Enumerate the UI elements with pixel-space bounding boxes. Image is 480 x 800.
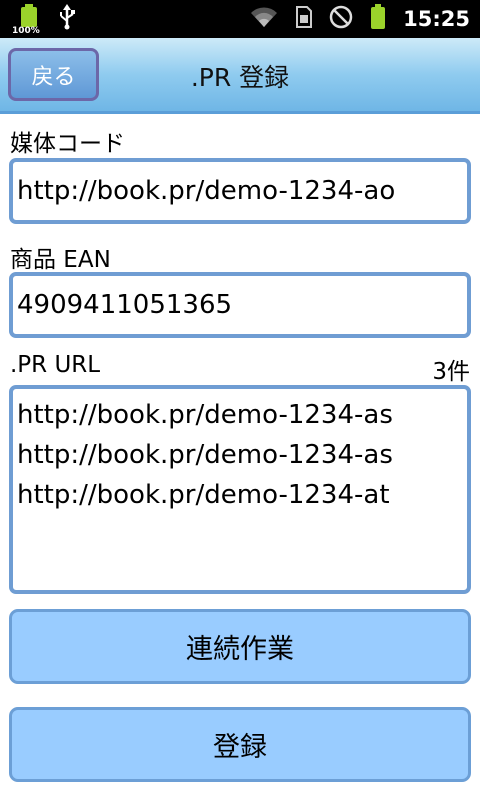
pr-url-label: .PR URL (10, 352, 101, 378)
no-signal-icon (329, 5, 353, 33)
ean-field[interactable]: 4909411051365 (9, 272, 471, 338)
battery-full-icon: 100% (12, 2, 44, 36)
sim-card-icon (295, 5, 313, 33)
media-code-field[interactable]: http://book.pr/demo-1234-ao (9, 158, 471, 224)
battery-percent-label: 100% (12, 26, 40, 36)
continuous-work-button[interactable]: 連続作業 (9, 609, 471, 684)
register-button[interactable]: 登録 (9, 707, 471, 782)
status-bar: 100% 15:25 (0, 0, 480, 38)
battery-icon (369, 4, 387, 34)
pr-url-line: http://book.pr/demo-1234-at (17, 480, 390, 510)
pr-url-line: http://book.pr/demo-1234-as (17, 440, 393, 470)
wifi-icon (249, 5, 279, 33)
back-button[interactable]: 戻る (8, 48, 99, 101)
pr-url-count: 3件 (432, 359, 470, 385)
pr-url-line: http://book.pr/demo-1234-as (17, 400, 393, 430)
ean-label: 商品 EAN (10, 247, 111, 273)
clock: 15:25 (403, 7, 470, 31)
pr-url-textarea[interactable]: http://book.pr/demo-1234-as http://book.… (9, 385, 471, 594)
media-code-label: 媒体コード (10, 131, 125, 157)
title-bar: .PR 登録 戻る (0, 38, 480, 114)
usb-icon (58, 4, 76, 34)
